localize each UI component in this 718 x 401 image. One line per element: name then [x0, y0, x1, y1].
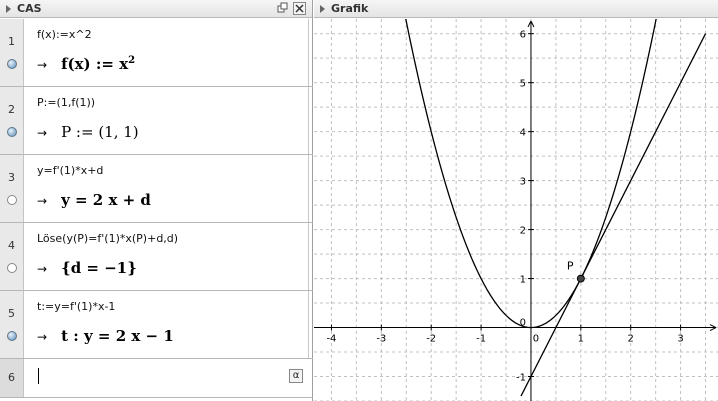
output-arrow: →: [37, 330, 48, 344]
cas-input-row[interactable]: 6 α: [0, 359, 313, 398]
row-number: 4: [8, 239, 15, 252]
output-result: P := (1, 1): [61, 123, 139, 141]
cas-title: CAS: [17, 2, 42, 15]
x-tick-label: 1: [578, 334, 584, 345]
cas-row[interactable]: 3 y=f'(1)*x+d → y = 2 x + d: [0, 155, 313, 223]
close-icon[interactable]: [293, 2, 306, 15]
output-arrow: →: [37, 194, 48, 208]
y-tick-label: 6: [520, 30, 526, 41]
x-tick-label: -4: [326, 334, 336, 345]
output-exponent: 2: [128, 55, 136, 66]
y-tick-label: 2: [520, 226, 526, 237]
row-body[interactable]: Löse(y(P)=f'(1)*x(P)+d,d) → {d = −1}: [25, 223, 309, 290]
x-tick-label: 2: [628, 334, 634, 345]
row-number-cell[interactable]: 3: [0, 155, 24, 222]
point-label: P: [567, 260, 574, 273]
cas-output: → {d = −1}: [37, 259, 137, 277]
collapse-triangle-icon[interactable]: [6, 5, 11, 13]
output-arrow: →: [37, 58, 48, 72]
cas-panel: CAS 1 f(x):=x^2 → f(x) := x2 2 P:=(1,f(1…: [0, 0, 313, 401]
row-body[interactable]: y=f'(1)*x+d → y = 2 x + d: [25, 155, 309, 222]
output-arrow: →: [37, 262, 48, 276]
y-tick-label: 3: [520, 177, 526, 188]
output-text: P := (1, 1): [61, 123, 139, 141]
cas-header: CAS: [0, 0, 312, 18]
row-number-cell[interactable]: 4: [0, 223, 24, 290]
row-number: 5: [8, 307, 15, 320]
text-caret[interactable]: [38, 368, 39, 384]
cas-row[interactable]: 2 P:=(1,f(1)) → P := (1, 1): [0, 87, 313, 155]
marble-visible-icon[interactable]: [7, 127, 17, 137]
y-tick-label: 1: [520, 275, 526, 286]
cas-row[interactable]: 5 t:=y=f'(1)*x-1 → t : y = 2 x − 1: [0, 291, 313, 359]
marble-hidden-icon[interactable]: [7, 195, 17, 205]
x-tick-label: 0: [533, 334, 539, 345]
row-number-cell[interactable]: 1: [0, 19, 24, 86]
cas-output: → y = 2 x + d: [37, 191, 151, 209]
row-number: 2: [8, 103, 15, 116]
output-result: y = 2 x + d: [61, 191, 151, 209]
row-body[interactable]: P:=(1,f(1)) → P := (1, 1): [25, 87, 309, 154]
output-text: y = 2 x + d: [61, 191, 151, 209]
row-number-cell[interactable]: 6: [0, 359, 24, 397]
cas-output: → t : y = 2 x − 1: [37, 327, 174, 345]
x-tick-label: 3: [677, 334, 683, 345]
cas-input-text[interactable]: t:=y=f'(1)*x-1: [37, 300, 115, 313]
cas-input-text[interactable]: Löse(y(P)=f'(1)*x(P)+d,d): [37, 232, 178, 245]
x-tick-label: -3: [376, 334, 386, 345]
graphics-canvas[interactable]: -4 -3 -2 -1 0 1 2 36543210-1P: [314, 19, 718, 401]
x-tick-label: -2: [426, 334, 436, 345]
output-result: {d = −1}: [61, 259, 137, 277]
cas-output: → P := (1, 1): [37, 123, 139, 141]
output-result: f(x) := x2: [61, 55, 135, 73]
row-number: 3: [8, 171, 15, 184]
cas-row[interactable]: 4 Löse(y(P)=f'(1)*x(P)+d,d) → {d = −1}: [0, 223, 313, 291]
alpha-symbol-button[interactable]: α: [289, 369, 303, 383]
marble-visible-icon[interactable]: [7, 59, 17, 69]
restore-icon[interactable]: [276, 2, 289, 15]
cas-input-text[interactable]: P:=(1,f(1)): [37, 96, 95, 109]
marble-visible-icon[interactable]: [7, 331, 17, 341]
row-number-cell[interactable]: 2: [0, 87, 24, 154]
output-text: {d = −1}: [61, 259, 137, 277]
row-body[interactable]: t:=y=f'(1)*x-1 → t : y = 2 x − 1: [25, 291, 309, 358]
row-body[interactable]: f(x):=x^2 → f(x) := x2: [25, 19, 309, 86]
output-result: t : y = 2 x − 1: [61, 327, 174, 345]
point-P[interactable]: [576, 274, 585, 283]
row-number: 1: [8, 35, 15, 48]
output-arrow: →: [37, 126, 48, 140]
y-tick-label: 5: [520, 79, 526, 90]
output-text: f(x) := x: [61, 55, 129, 73]
cas-input-text[interactable]: y=f'(1)*x+d: [37, 164, 103, 177]
row-number: 6: [8, 371, 15, 384]
collapse-triangle-icon[interactable]: [320, 5, 325, 13]
cas-rows: 1 f(x):=x^2 → f(x) := x2 2 P:=(1,f(1)) →…: [0, 19, 313, 401]
cas-row[interactable]: 1 f(x):=x^2 → f(x) := x2: [0, 19, 313, 87]
marble-hidden-icon[interactable]: [7, 263, 17, 273]
x-tick-label: -1: [476, 334, 486, 345]
graphics-title: Grafik: [331, 2, 369, 15]
y-tick-label: -1: [516, 373, 526, 384]
graphics-header: Grafik: [314, 0, 718, 18]
geogebra-window: CAS 1 f(x):=x^2 → f(x) := x2 2 P:=(1,f(1…: [0, 0, 718, 401]
y-tick-label: 4: [520, 128, 526, 139]
graphics-panel[interactable]: Grafik -4 -3 -2 -1 0 1 2 3 6 5 4 3 2 1 0 -1 P: [314, 0, 718, 401]
cas-output: → f(x) := x2: [37, 55, 135, 73]
output-text: t : y = 2 x − 1: [61, 327, 174, 345]
cas-input-text[interactable]: f(x):=x^2: [37, 28, 92, 41]
row-number-cell[interactable]: 5: [0, 291, 24, 358]
